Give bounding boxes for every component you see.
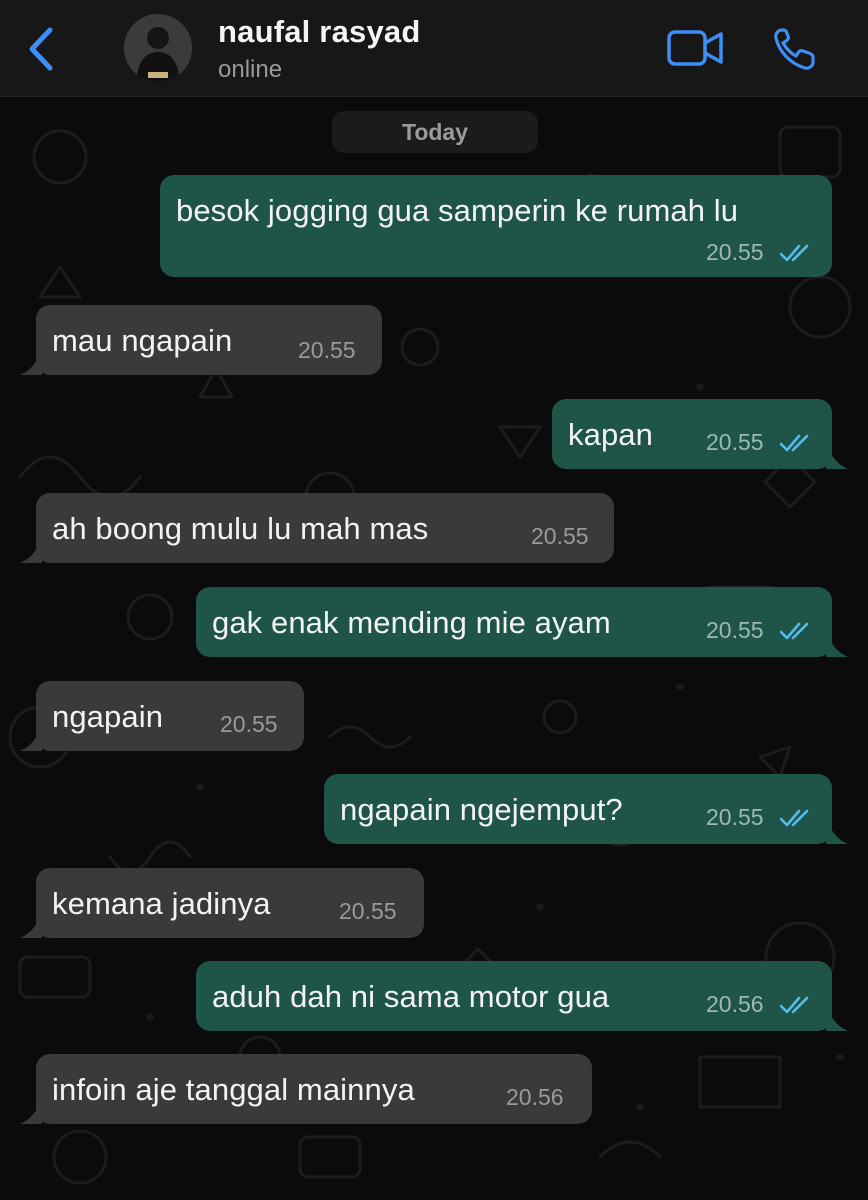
bubble-tail [20, 914, 42, 938]
outgoing-message[interactable]: besok jogging gua samperin ke rumah lu 2… [160, 175, 832, 277]
message-time: 20.56 [706, 991, 764, 1017]
message-text: ngapain [52, 699, 164, 734]
outgoing-message[interactable]: aduh dah ni sama motor gua 20.56 [196, 961, 848, 1031]
message-text: besok jogging gua samperin ke rumah lu [176, 193, 739, 228]
message-text: ah boong mulu lu mah mas [52, 511, 429, 546]
outgoing-message[interactable]: kapan 20.55 [552, 399, 848, 469]
outgoing-message[interactable]: ngapain ngejemput? 20.55 [324, 774, 848, 844]
message-time: 20.55 [706, 429, 764, 455]
phone-icon [774, 28, 815, 70]
message-time: 20.55 [706, 239, 764, 265]
double-check-icon [780, 809, 809, 827]
message-text: infoin aje tanggal mainnya [52, 1072, 415, 1107]
double-check-icon [780, 244, 809, 262]
video-call-button[interactable] [666, 26, 726, 70]
bubble-tail [826, 1007, 848, 1031]
contact-name[interactable]: naufal rasyad [218, 14, 420, 50]
message-time: 20.55 [220, 711, 278, 737]
message-time: 20.55 [339, 898, 397, 924]
video-camera-icon [667, 30, 723, 66]
incoming-message[interactable]: ah boong mulu lu mah mas 20.55 [20, 493, 614, 563]
double-check-icon [780, 996, 809, 1014]
chat-header: naufal rasyad online [0, 0, 868, 97]
message-text: mau ngapain [52, 323, 233, 358]
chat-area[interactable]: Today besok jogging gua samperin ke ruma… [0, 97, 868, 1200]
double-check-icon [780, 434, 809, 452]
voice-call-button[interactable] [772, 26, 820, 72]
bubble-tail [20, 539, 42, 563]
outgoing-message[interactable]: gak enak mending mie ayam 20.55 [196, 587, 848, 657]
message-text: kemana jadinya [52, 886, 271, 921]
incoming-message[interactable]: ngapain 20.55 [20, 681, 304, 751]
back-button[interactable] [22, 24, 62, 74]
message-time: 20.55 [706, 617, 764, 643]
double-check-icon [780, 622, 809, 640]
message-time: 20.55 [706, 804, 764, 830]
message-text: aduh dah ni sama motor gua [212, 979, 610, 1014]
bubble-tail [826, 820, 848, 844]
chevron-left-icon [29, 27, 53, 71]
avatar-photo [124, 14, 192, 82]
message-text: gak enak mending mie ayam [212, 605, 611, 640]
contact-status: online [218, 56, 283, 83]
incoming-message[interactable]: infoin aje tanggal mainnya 20.56 [20, 1054, 592, 1124]
bubble-tail [20, 727, 42, 751]
message-text: kapan [568, 417, 653, 452]
message-time: 20.55 [531, 523, 589, 549]
message-time: 20.55 [298, 337, 356, 363]
date-separator: Today [332, 111, 538, 153]
bubble-tail [826, 445, 848, 469]
incoming-message[interactable]: kemana jadinya 20.55 [20, 868, 424, 938]
bubble-tail [20, 1100, 42, 1124]
bubble-tail [826, 633, 848, 657]
bubble-tail [20, 351, 42, 375]
message-text: ngapain ngejemput? [340, 792, 623, 827]
avatar[interactable] [124, 14, 192, 82]
incoming-message[interactable]: mau ngapain 20.55 [20, 305, 382, 375]
message-time: 20.56 [506, 1084, 564, 1110]
